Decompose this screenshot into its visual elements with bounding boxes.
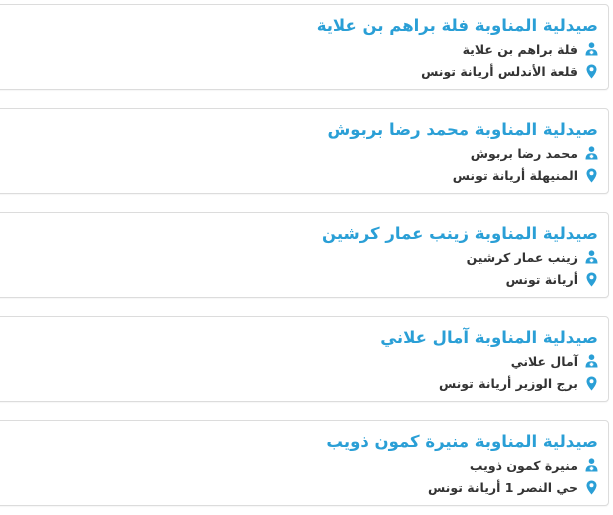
address-row: قلعة الأندلس أريانة تونس: [317, 61, 598, 81]
address-row: المنيهلة أريانة تونس: [327, 165, 598, 185]
pharmacy-card-body: صيدلية المناوبة منيرة كمون ذويب منيرة كم…: [326, 431, 598, 497]
pharmacy-title-link[interactable]: صيدلية المناوبة زينب عمار كرشين: [322, 223, 598, 245]
pharmacy-card[interactable]: صيدلية المناوبة زينب عمار كرشين زينب عما…: [0, 212, 609, 298]
pharmacy-address: المنيهلة أريانة تونس: [452, 167, 578, 183]
address-row: أريانة تونس: [322, 269, 598, 289]
pharmacist-name: منيرة كمون ذويب: [469, 457, 578, 473]
location-pin-icon: [584, 167, 598, 183]
pharmacist-name: فلة براهم بن علاية: [462, 41, 578, 57]
pharmacy-card-body: صيدلية المناوبة آمال علاني آمال علاني بر…: [380, 327, 598, 393]
pharmacy-title-link[interactable]: صيدلية المناوبة منيرة كمون ذويب: [326, 431, 598, 453]
pharmacy-card-body: صيدلية المناوبة زينب عمار كرشين زينب عما…: [322, 223, 598, 289]
pharmacist-icon: [584, 353, 598, 369]
location-pin-icon: [584, 479, 598, 495]
pharmacist-icon: [584, 457, 598, 473]
pharmacy-card[interactable]: صيدلية المناوبة محمد رضا بربوش محمد رضا …: [0, 108, 609, 194]
pharmacist-name: آمال علاني: [510, 353, 578, 369]
pharmacist-row: فلة براهم بن علاية: [317, 39, 598, 59]
pharmacy-title-link[interactable]: صيدلية المناوبة آمال علاني: [380, 327, 598, 349]
pharmacy-card[interactable]: صيدلية المناوبة آمال علاني آمال علاني بر…: [0, 316, 609, 402]
pharmacy-address: قلعة الأندلس أريانة تونس: [421, 63, 578, 79]
pharmacist-name: محمد رضا بربوش: [470, 145, 578, 161]
pharmacy-card-body: صيدلية المناوبة محمد رضا بربوش محمد رضا …: [327, 119, 598, 185]
pharmacy-address: حي النصر 1 أريانة تونس: [428, 479, 578, 495]
location-pin-icon: [584, 375, 598, 391]
pharmacist-row: زينب عمار كرشين: [322, 247, 598, 267]
pharmacist-icon: [584, 249, 598, 265]
pharmacy-card[interactable]: صيدلية المناوبة منيرة كمون ذويب منيرة كم…: [0, 420, 609, 506]
address-row: برج الوزير أريانة تونس: [380, 373, 598, 393]
pharmacy-address: أريانة تونس: [505, 271, 578, 287]
pharmacist-icon: [584, 145, 598, 161]
pharmacy-card-body: صيدلية المناوبة فلة براهم بن علاية فلة ب…: [317, 15, 598, 81]
pharmacist-name: زينب عمار كرشين: [466, 249, 578, 265]
pharmacy-title-link[interactable]: صيدلية المناوبة محمد رضا بربوش: [327, 119, 598, 141]
pharmacy-card[interactable]: صيدلية المناوبة فلة براهم بن علاية فلة ب…: [0, 4, 609, 90]
pharmacist-row: محمد رضا بربوش: [327, 143, 598, 163]
location-pin-icon: [584, 63, 598, 79]
pharmacist-row: آمال علاني: [380, 351, 598, 371]
location-pin-icon: [584, 271, 598, 287]
address-row: حي النصر 1 أريانة تونس: [326, 477, 598, 497]
pharmacy-address: برج الوزير أريانة تونس: [438, 375, 578, 391]
pharmacist-row: منيرة كمون ذويب: [326, 455, 598, 475]
pharmacy-title-link[interactable]: صيدلية المناوبة فلة براهم بن علاية: [317, 15, 598, 37]
pharmacist-icon: [584, 41, 598, 57]
pharmacy-list: صيدلية المناوبة فلة براهم بن علاية فلة ب…: [0, 0, 613, 515]
